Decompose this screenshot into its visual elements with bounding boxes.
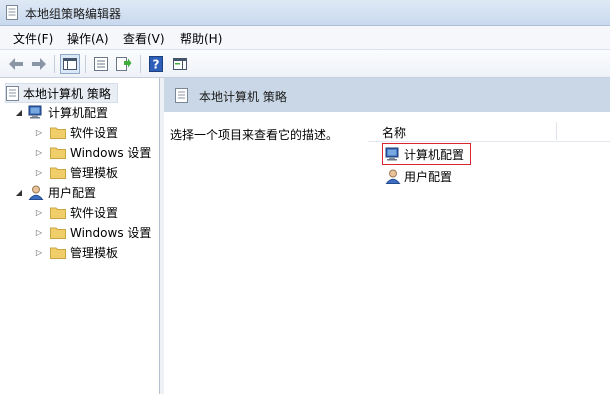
toolbar-separator bbox=[85, 55, 86, 73]
policy-document-icon bbox=[6, 85, 19, 101]
details-header-title: 本地计算机 策略 bbox=[199, 90, 287, 104]
user-icon bbox=[28, 185, 44, 200]
collapsed-arrow-icon[interactable]: ▷ bbox=[34, 148, 44, 157]
console-tree-icon bbox=[63, 58, 77, 70]
folder-icon bbox=[50, 147, 66, 159]
expanded-arrow-icon[interactable]: ◢ bbox=[14, 108, 24, 117]
tree-node-computer-windows[interactable]: ▷ Windows 设置 bbox=[34, 142, 151, 162]
menu-help[interactable]: 帮助(H) bbox=[180, 30, 222, 47]
action-pane-icon bbox=[173, 58, 187, 70]
items-list: 名称 计算机配置 用户配置 bbox=[368, 112, 610, 394]
details-pane: 本地计算机 策略 选择一个项目来查看它的描述。 名称 计算机配置 用户配置 bbox=[164, 78, 610, 394]
forward-arrow-icon bbox=[32, 58, 46, 70]
toolbar-separator bbox=[140, 55, 141, 73]
folder-icon bbox=[50, 127, 66, 139]
help-icon: ? bbox=[149, 56, 163, 72]
collapsed-arrow-icon[interactable]: ▷ bbox=[34, 228, 44, 237]
toolbar: ? bbox=[0, 50, 610, 78]
help-button[interactable]: ? bbox=[146, 54, 166, 74]
svg-text:?: ? bbox=[153, 58, 160, 72]
tree-computer-config-label: 计算机配置 bbox=[48, 105, 109, 120]
tree-item-label: 管理模板 bbox=[70, 245, 119, 260]
export-list-button[interactable] bbox=[114, 54, 134, 74]
tree-node-user-software[interactable]: ▷ 软件设置 bbox=[34, 202, 118, 222]
tree-node-user-windows[interactable]: ▷ Windows 设置 bbox=[34, 222, 151, 242]
properties-button[interactable] bbox=[91, 54, 111, 74]
list-item-user-config[interactable]: 用户配置 bbox=[385, 166, 452, 186]
computer-icon bbox=[28, 105, 42, 119]
toolbar-separator bbox=[54, 55, 55, 73]
title-bar: 本地组策略编辑器 bbox=[0, 0, 610, 26]
tree-item-label: 软件设置 bbox=[70, 205, 119, 220]
back-arrow-icon bbox=[9, 58, 23, 70]
description-panel: 选择一个项目来查看它的描述。 bbox=[164, 112, 368, 394]
details-header: 本地计算机 策略 bbox=[164, 78, 610, 112]
menu-bar: 文件(F) 操作(A) 查看(V) 帮助(H) bbox=[0, 26, 610, 50]
collapsed-arrow-icon[interactable]: ▷ bbox=[34, 208, 44, 217]
menu-view[interactable]: 查看(V) bbox=[123, 30, 165, 47]
folder-icon bbox=[50, 207, 66, 219]
list-item-label: 计算机配置 bbox=[404, 147, 465, 162]
tree-node-computer-config[interactable]: ◢ 计算机配置 bbox=[14, 102, 108, 122]
tree-item-label: Windows 设置 bbox=[70, 225, 152, 240]
tree-node-root[interactable]: 本地计算机 策略 bbox=[5, 83, 118, 103]
folder-icon bbox=[50, 167, 66, 179]
window-title: 本地组策略编辑器 bbox=[25, 7, 122, 21]
collapsed-arrow-icon[interactable]: ▷ bbox=[34, 248, 44, 257]
tree-root-label: 本地计算机 策略 bbox=[23, 86, 111, 101]
collapsed-arrow-icon[interactable]: ▷ bbox=[34, 128, 44, 137]
forward-button[interactable] bbox=[29, 54, 49, 74]
computer-icon bbox=[385, 147, 399, 161]
description-text: 选择一个项目来查看它的描述。 bbox=[170, 128, 339, 142]
selection-highlight: 计算机配置 bbox=[382, 143, 472, 165]
show-hide-action-pane-button[interactable] bbox=[170, 54, 190, 74]
column-divider[interactable] bbox=[556, 122, 557, 140]
back-button[interactable] bbox=[6, 54, 26, 74]
list-item-computer-config[interactable]: 计算机配置 bbox=[382, 143, 472, 165]
column-name-label: 名称 bbox=[382, 126, 407, 140]
show-hide-console-tree-button[interactable] bbox=[60, 54, 80, 74]
tree-item-label: Windows 设置 bbox=[70, 145, 152, 160]
tree-node-computer-software[interactable]: ▷ 软件设置 bbox=[34, 122, 118, 142]
folder-icon bbox=[50, 227, 66, 239]
user-icon bbox=[385, 169, 401, 184]
properties-icon bbox=[94, 57, 108, 71]
column-header-name[interactable]: 名称 bbox=[368, 120, 610, 142]
tree-node-user-templates[interactable]: ▷ 管理模板 bbox=[34, 242, 118, 262]
policy-document-icon bbox=[175, 88, 188, 103]
folder-icon bbox=[50, 247, 66, 259]
expanded-arrow-icon[interactable]: ◢ bbox=[14, 188, 24, 197]
tree-node-computer-templates[interactable]: ▷ 管理模板 bbox=[34, 162, 118, 182]
collapsed-arrow-icon[interactable]: ▷ bbox=[34, 168, 44, 177]
tree-item-label: 管理模板 bbox=[70, 165, 119, 180]
tree-item-label: 软件设置 bbox=[70, 125, 119, 140]
policy-document-icon bbox=[6, 5, 18, 20]
tree-node-user-config[interactable]: ◢ 用户配置 bbox=[14, 182, 96, 202]
menu-file[interactable]: 文件(F) bbox=[13, 30, 53, 47]
list-item-label: 用户配置 bbox=[404, 169, 453, 184]
menu-action[interactable]: 操作(A) bbox=[67, 30, 109, 47]
tree-user-config-label: 用户配置 bbox=[48, 185, 97, 200]
export-list-icon bbox=[116, 57, 132, 71]
